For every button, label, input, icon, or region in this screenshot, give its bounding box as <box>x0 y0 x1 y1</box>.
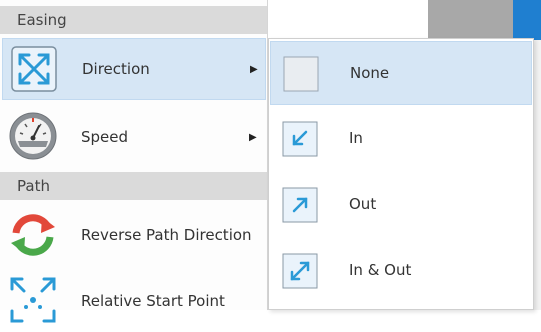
submenu-item-out[interactable]: Out <box>270 173 532 237</box>
background-edge <box>533 40 541 310</box>
speedometer-icon <box>8 111 58 161</box>
none-box-icon <box>283 56 319 92</box>
menu-item-direction[interactable]: Direction ▶ <box>2 38 266 100</box>
menu-item-relative-start-point[interactable]: Relative Start Point <box>2 270 266 332</box>
relative-start-icon <box>8 275 58 325</box>
section-label-easing: Easing <box>17 11 67 29</box>
slide-area <box>268 0 428 40</box>
reverse-path-direction-label: Reverse Path Direction <box>81 226 252 244</box>
out-label: Out <box>349 195 377 213</box>
section-label-path: Path <box>17 177 50 195</box>
none-label: None <box>350 64 390 82</box>
animation-options-menu: Easing Direction ▶ Speed ▶ Path Reverse … <box>0 0 268 323</box>
relative-start-point-label: Relative Start Point <box>81 292 225 310</box>
speed-label: Speed <box>81 128 129 146</box>
background-panel <box>428 0 513 40</box>
in-and-out-label: In & Out <box>349 261 412 279</box>
menu-item-reverse-path-direction[interactable]: Reverse Path Direction <box>2 204 266 266</box>
submenu-arrow-icon: ▶ <box>250 63 258 75</box>
menu-item-speed[interactable]: Speed ▶ <box>2 106 266 168</box>
direction-expand-icon <box>9 44 59 94</box>
submenu-arrow-icon: ▶ <box>249 131 257 143</box>
direction-submenu: None In Out In & Out <box>268 38 534 310</box>
section-header-path: Path <box>0 172 267 200</box>
in-label: In <box>349 129 363 147</box>
submenu-item-none[interactable]: None <box>270 41 532 105</box>
arrow-out-icon <box>282 187 318 223</box>
arrow-in-icon <box>282 121 318 157</box>
submenu-item-in-and-out[interactable]: In & Out <box>270 239 532 303</box>
background-accent <box>513 0 541 40</box>
reverse-arrows-icon <box>8 209 58 259</box>
submenu-item-in[interactable]: In <box>270 107 532 171</box>
arrow-in-out-icon <box>282 253 318 289</box>
section-header-easing: Easing <box>0 6 267 34</box>
direction-label: Direction <box>82 60 150 78</box>
